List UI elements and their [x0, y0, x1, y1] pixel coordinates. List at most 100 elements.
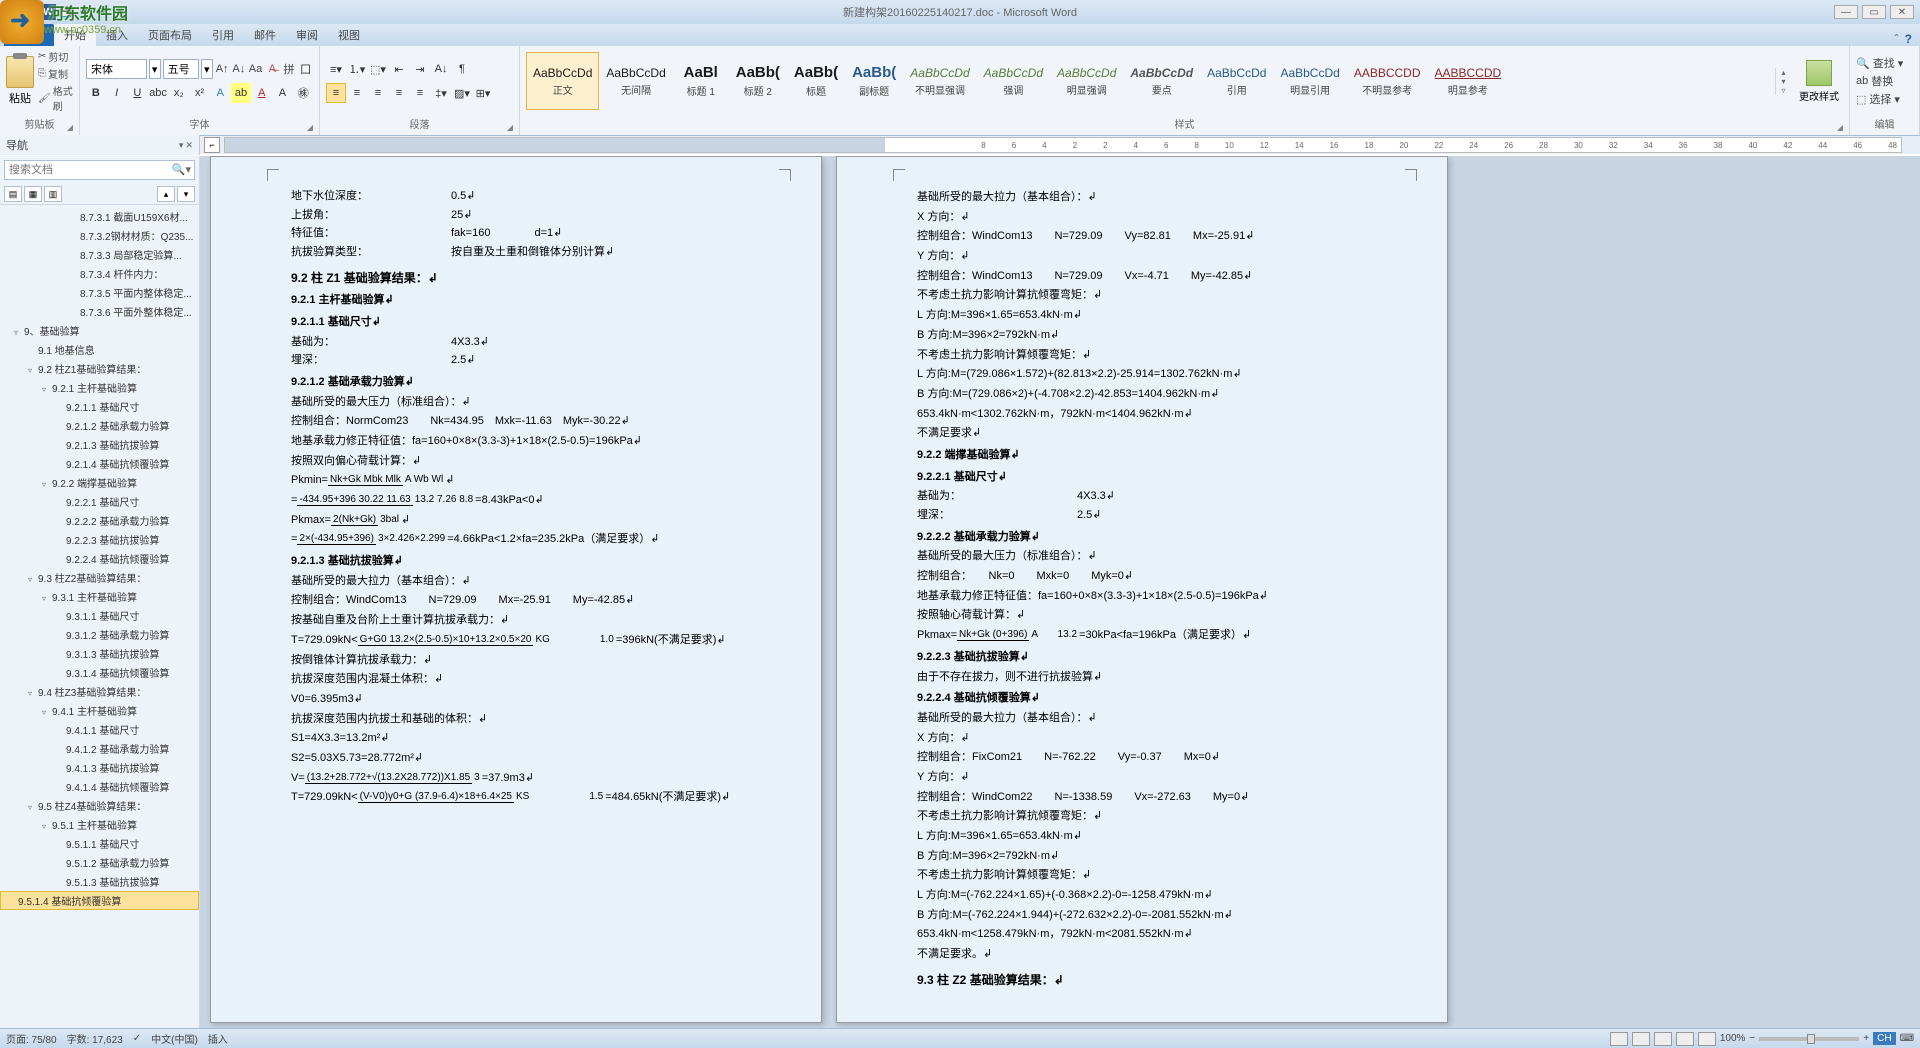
ribbon-tab[interactable]: 视图	[328, 24, 370, 46]
line-spacing-icon[interactable]: ‡▾	[431, 83, 451, 103]
styles-launcher-icon[interactable]: ◢	[1837, 123, 1843, 132]
italic-button[interactable]: I	[107, 83, 127, 103]
nav-tree-item[interactable]: ▿9.4.1 主杆基础验算	[0, 701, 199, 720]
nav-tree-item[interactable]: 9.4.1.1 基础尺寸	[0, 720, 199, 739]
nav-tree-item[interactable]: 9.4.1.3 基础抗拔验算	[0, 758, 199, 777]
styles-gallery[interactable]: AaBbCcDd正文AaBbCcDd无间隔AaBl标题 1AaBb(标题 2Aa…	[526, 52, 1771, 110]
underline-button[interactable]: U	[127, 83, 147, 103]
ruler-toggle-icon[interactable]: ⌐	[204, 137, 220, 153]
nav-tree-item[interactable]: 9.2.1.3 基础抗拔验算	[0, 435, 199, 454]
nav-prev-icon[interactable]: ▴	[157, 186, 175, 202]
nav-outline-tree[interactable]: 8.7.3.1 截面U159X6材...8.7.3.2钢材材质：Q235... 8…	[0, 205, 199, 1028]
style-item[interactable]: AaBb(标题 2	[729, 52, 787, 110]
nav-tree-item[interactable]: ▿9.4 柱Z3基础验算结果：	[0, 682, 199, 701]
nav-tree-item[interactable]: 9.1 地基信息	[0, 340, 199, 359]
phonetic-icon[interactable]: 拼	[282, 59, 297, 79]
nav-tree-item[interactable]: 8.7.3.2钢材材质：Q235...	[0, 226, 199, 245]
borders-icon[interactable]: ⊞▾	[473, 83, 493, 103]
nav-tree-item[interactable]: 9.5.1.3 基础抗拔验算	[0, 872, 199, 891]
copy-button[interactable]: ⎘ 复制	[38, 66, 73, 81]
nav-tree-item[interactable]: 9.2.2.1 基础尺寸	[0, 492, 199, 511]
select-button[interactable]: ⬚ 选择 ▾	[1856, 91, 1903, 107]
clear-format-icon[interactable]: A̶	[265, 59, 280, 79]
redo-icon[interactable]: ↷	[94, 4, 110, 20]
nav-tree-item[interactable]: 9.3.1.2 基础承载力验算	[0, 625, 199, 644]
sort-icon[interactable]: A↓	[431, 59, 451, 79]
style-item[interactable]: AaBb(副标题	[845, 52, 903, 110]
paragraph-launcher-icon[interactable]: ◢	[507, 123, 513, 132]
nav-tree-item[interactable]: 9.5.1.4 基础抗倾覆验算	[0, 891, 199, 910]
web-layout-view-icon[interactable]	[1654, 1032, 1672, 1046]
status-insert-mode[interactable]: 插入	[208, 1031, 228, 1046]
nav-tree-item[interactable]: 9.3.1.3 基础抗拔验算	[0, 644, 199, 663]
outline-view-icon[interactable]	[1676, 1032, 1694, 1046]
change-case-icon[interactable]: Aa	[248, 59, 263, 79]
nav-tree-item[interactable]: 9.2.2.2 基础承载力验算	[0, 511, 199, 530]
nav-tab-results-icon[interactable]: ▥	[44, 186, 62, 202]
replace-button[interactable]: ab 替换	[1856, 73, 1903, 89]
style-item[interactable]: AaBbCcDd要点	[1123, 52, 1200, 110]
nav-tab-headings-icon[interactable]: ▤	[4, 186, 22, 202]
ribbon-tab[interactable]: 审阅	[286, 24, 328, 46]
nav-dropdown-icon[interactable]: ▾	[179, 140, 184, 151]
ribbon-tab[interactable]: 页面布局	[138, 24, 202, 46]
file-tab[interactable]: 文件	[4, 24, 54, 46]
zoom-level[interactable]: 100%	[1720, 1033, 1746, 1044]
style-item[interactable]: AABBCCDD不明显参考	[1347, 52, 1428, 110]
clipboard-launcher-icon[interactable]: ◢	[67, 123, 73, 132]
nav-tree-item[interactable]: 9.4.1.2 基础承载力验算	[0, 739, 199, 758]
font-name-dropdown-icon[interactable]: ▾	[149, 59, 161, 79]
style-item[interactable]: AaBbCcDd明显引用	[1273, 52, 1346, 110]
grow-font-icon[interactable]: A↑	[215, 59, 230, 79]
nav-search-input[interactable]	[4, 160, 195, 180]
style-item[interactable]: AaBbCcDd明显强调	[1050, 52, 1123, 110]
font-color-icon[interactable]: A	[252, 83, 272, 103]
ribbon-tab[interactable]: 引用	[202, 24, 244, 46]
ribbon-tab[interactable]: 插入	[96, 24, 138, 46]
bold-button[interactable]: B	[86, 83, 106, 103]
ribbon-tab[interactable]: 邮件	[244, 24, 286, 46]
zoom-out-icon[interactable]: −	[1749, 1033, 1755, 1044]
char-border-icon[interactable]: 囗	[298, 59, 313, 79]
nav-tree-item[interactable]: ▿9.3.1 主杆基础验算	[0, 587, 199, 606]
nav-tree-item[interactable]: 9.2.2.4 基础抗倾覆验算	[0, 549, 199, 568]
nav-tree-item[interactable]: 8.7.3.1 截面U159X6材...	[0, 207, 199, 226]
nav-next-icon[interactable]: ▾	[177, 186, 195, 202]
style-item[interactable]: AaBbCcDd不明显强调	[903, 52, 976, 110]
nav-tree-item[interactable]: ▿9.2 柱Z1基础验算结果：	[0, 359, 199, 378]
format-painter-button[interactable]: 🖌 格式刷	[38, 83, 73, 113]
shrink-font-icon[interactable]: A↓	[231, 59, 246, 79]
find-button[interactable]: 🔍 查找 ▾	[1856, 55, 1903, 71]
style-item[interactable]: AaBbCcDd正文	[526, 52, 599, 110]
highlight-icon[interactable]: ab	[231, 83, 251, 103]
document-area[interactable]: 地下水位深度：0.5↲上拔角：25↲特征值：fak=160 d=1↲抗拔验算类型…	[200, 156, 1920, 1028]
help-icon[interactable]: ?	[1905, 32, 1912, 46]
minimize-button[interactable]: —	[1834, 5, 1858, 19]
nav-tree-item[interactable]: 8.7.3.5 平面内整体稳定...	[0, 283, 199, 302]
nav-tree-item[interactable]: 9.5.1.2 基础承载力验算	[0, 853, 199, 872]
print-layout-view-icon[interactable]	[1610, 1032, 1628, 1046]
font-size-dropdown-icon[interactable]: ▾	[201, 59, 213, 79]
text-effect-icon[interactable]: A	[210, 83, 230, 103]
multilevel-icon[interactable]: ⬚▾	[368, 59, 388, 79]
enclose-char-icon[interactable]: ㊑	[293, 83, 313, 103]
save-icon[interactable]: 💾	[58, 4, 74, 20]
nav-tree-item[interactable]: 9.3.1.1 基础尺寸	[0, 606, 199, 625]
align-justify-icon[interactable]: ≡	[389, 83, 409, 103]
char-shading-icon[interactable]: A	[273, 83, 293, 103]
align-left-icon[interactable]: ≡	[326, 83, 346, 103]
indent-inc-icon[interactable]: ⇥	[410, 59, 430, 79]
nav-tree-item[interactable]: ▿9、基础验算	[0, 321, 199, 340]
superscript-button[interactable]: x²	[190, 83, 210, 103]
draft-view-icon[interactable]	[1698, 1032, 1716, 1046]
style-item[interactable]: AaBb(标题	[787, 52, 845, 110]
undo-icon[interactable]: ↶	[76, 4, 92, 20]
close-button[interactable]: ✕	[1890, 5, 1914, 19]
nav-tree-item[interactable]: ▿9.5 柱Z4基础验算结果：	[0, 796, 199, 815]
nav-tab-pages-icon[interactable]: ▦	[24, 186, 42, 202]
paste-button[interactable]: 粘贴	[6, 56, 34, 106]
change-styles-button[interactable]: 更改样式	[1795, 60, 1843, 103]
align-right-icon[interactable]: ≡	[368, 83, 388, 103]
restore-button[interactable]: ▭	[1862, 5, 1886, 19]
strike-button[interactable]: abc	[148, 83, 168, 103]
